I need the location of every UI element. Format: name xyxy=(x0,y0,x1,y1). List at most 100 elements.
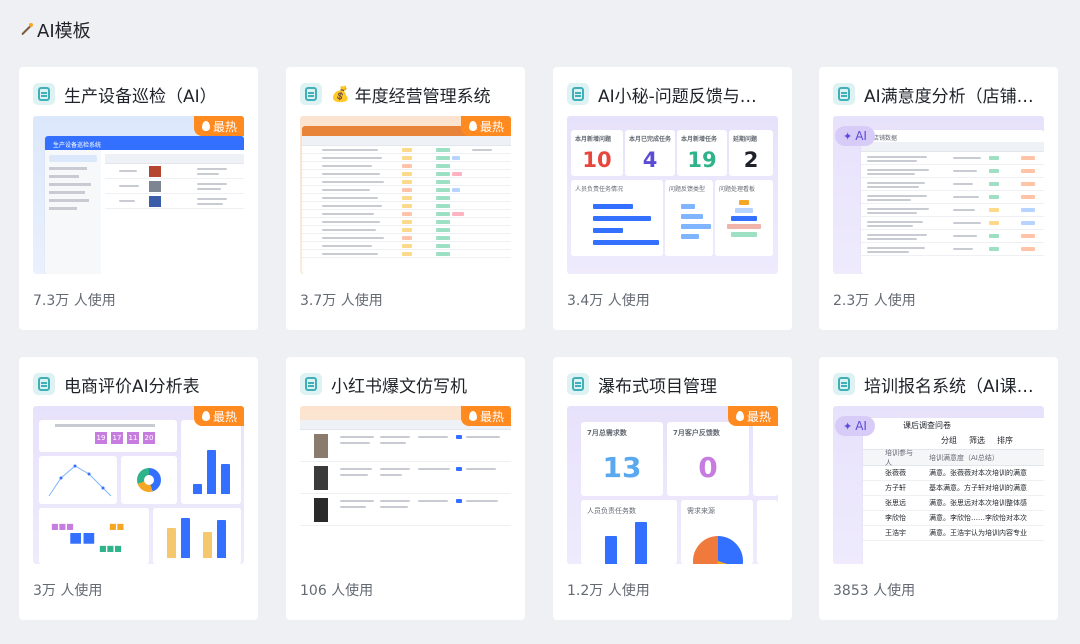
row-summary: 满意。王浩宇认为培训内容专业 xyxy=(929,529,1027,537)
template-card-annual-operations[interactable]: 💰 年度经营管理系统 最热 3.7万 人使用 xyxy=(286,67,525,330)
magic-wand-icon xyxy=(19,23,33,37)
preview-table-header: 培训参与人 培训满意度（AI总结） xyxy=(863,449,1044,467)
stat-value: 17 xyxy=(111,432,123,444)
row-summary: 满意。李欣怡……李欣怡对本次 xyxy=(929,514,1027,522)
template-table-icon xyxy=(833,373,855,395)
stat-card: 本月新增问题 10 xyxy=(571,130,623,176)
card-header: 瀑布式项目管理 xyxy=(567,369,778,399)
stat-card: 7月总需求数 13 xyxy=(581,422,663,496)
template-table-icon xyxy=(567,83,589,105)
ai-badge: ✦ AI xyxy=(835,126,875,146)
flame-icon xyxy=(468,411,477,421)
ai-badge-label: AI xyxy=(855,419,867,433)
template-preview: 7月总需求数 13 7月客户反馈数 0 人员负责任务数 需求来源 最热 xyxy=(567,406,778,564)
template-preview: 19 17 11 20 ■■ ■■■ ■■■ ■■ 最热 xyxy=(33,406,244,564)
template-card-ecommerce-review[interactable]: 电商评价AI分析表 19 17 11 20 ■■ ■■■ ■■■ ■■ 最热 3… xyxy=(19,357,258,620)
preview-sheet: 店铺数据 xyxy=(861,130,1044,274)
stat-value: 10 xyxy=(582,148,612,172)
template-preview: 最热 xyxy=(300,116,511,274)
row-name: 王浩宇 xyxy=(885,529,906,537)
card-header: AI满意度分析（店铺… xyxy=(833,79,1044,109)
stat-card: 本月已完成任务 4 xyxy=(625,130,675,176)
preview-sheet: 课后调查问卷 分组 筛选 排序 培训参与人 培训满意度（AI总结） 张薇薇 满意… xyxy=(863,418,1044,564)
usage-count: 106 人使用 xyxy=(300,583,374,599)
card-title: 培训报名系统（AI课… xyxy=(864,376,1034,397)
template-card-xiaohongshu-writer[interactable]: 小红书爆文仿写机 最热 106 人使用 xyxy=(286,357,525,620)
row-summary: 满意。张思远对本次培训整体感 xyxy=(929,499,1027,507)
template-card-ai-feedback[interactable]: AI小秘-问题反馈与… 本月新增问题 10 本月已完成任务 4 本月新增任务 1… xyxy=(553,67,792,330)
row-name: 张思远 xyxy=(885,499,906,507)
stat-value: 4 xyxy=(642,148,658,172)
table-row: 张思远 满意。张思远对本次培训整体感 xyxy=(863,496,1044,511)
stat-label: 7月总需求数 xyxy=(587,429,627,437)
column-header: 培训满意度（AI总结） xyxy=(929,453,999,462)
row-summary: 基本满意。方子轩对培训的满意 xyxy=(929,484,1027,492)
chart-panel: 问题处理看板 xyxy=(715,180,773,256)
flame-icon xyxy=(201,121,210,131)
stat-value: 19 xyxy=(95,432,107,444)
panel-title: 人员负责任务情况 xyxy=(575,186,624,193)
pie-chart-panel: 需求来源 xyxy=(681,500,753,564)
preview-tab: 课后调查问卷 xyxy=(903,421,951,430)
stat-value: 0 xyxy=(698,451,718,484)
stat-label: 本月新增任务 xyxy=(681,136,718,143)
stat-card-partial xyxy=(753,422,778,496)
row-name: 李欣怡 xyxy=(885,514,906,522)
card-title: 生产设备巡检（AI） xyxy=(64,86,217,107)
stat-value: 11 xyxy=(127,432,139,444)
table-row: 张薇薇 满意。张薇薇对本次培训的满意 xyxy=(863,466,1044,481)
toolbar-sort: 排序 xyxy=(997,436,1013,445)
stat-strip: 19 17 11 20 xyxy=(39,420,177,452)
template-card-satisfaction-analysis[interactable]: AI满意度分析（店铺… 店铺数据 ✦ AI 2.3万 人使用 xyxy=(819,67,1058,330)
template-preview: 店铺数据 ✦ AI xyxy=(833,116,1044,274)
stat-label: 延期问题 xyxy=(733,136,758,143)
stat-label: 本月新增问题 xyxy=(575,136,612,143)
template-preview: 生产设备巡检系统 最热 xyxy=(33,116,244,274)
hot-badge: 最热 xyxy=(727,406,778,426)
stat-card: 延期问题 2 xyxy=(729,130,773,176)
bar-chart-panel xyxy=(181,420,241,504)
card-header: 生产设备巡检（AI） xyxy=(33,79,244,109)
donut-chart-panel xyxy=(121,456,177,504)
chart-panel: 人员负责任务数 xyxy=(581,500,677,564)
flame-icon xyxy=(468,121,477,131)
flame-icon xyxy=(735,411,744,421)
usage-count: 2.3万 人使用 xyxy=(833,293,916,309)
template-card-training-signup[interactable]: 培训报名系统（AI课… 课后调查问卷 分组 筛选 排序 培训参与人 培训满意度（… xyxy=(819,357,1058,620)
chart-panel: 问题反馈类型 xyxy=(665,180,713,256)
usage-count: 1.2万 人使用 xyxy=(567,583,650,599)
sparkle-icon: ✦ xyxy=(843,419,853,433)
template-table-icon xyxy=(33,83,55,105)
template-card-waterfall-project[interactable]: 瀑布式项目管理 7月总需求数 13 7月客户反馈数 0 人员负责任务数 需求来源… xyxy=(553,357,792,620)
hot-badge-label: 最热 xyxy=(479,119,504,134)
usage-count: 3万 人使用 xyxy=(33,583,103,599)
card-title: AI小秘-问题反馈与… xyxy=(598,86,757,107)
hot-badge: 最热 xyxy=(460,406,511,426)
card-header: 💰 年度经营管理系统 xyxy=(300,79,511,109)
template-table-icon xyxy=(567,373,589,395)
panel-title: 问题反馈类型 xyxy=(669,186,706,193)
hot-badge: 最热 xyxy=(193,406,244,426)
table-row: 王浩宇 满意。王浩宇认为培训内容专业 xyxy=(863,526,1044,541)
money-bag-icon: 💰 xyxy=(331,85,350,103)
stat-card: 本月新增任务 19 xyxy=(677,130,727,176)
row-name: 张薇薇 xyxy=(885,469,906,477)
panel-title: 人员负责任务数 xyxy=(587,507,636,515)
preview-sheet xyxy=(302,126,511,274)
stat-value: 13 xyxy=(602,451,642,484)
toolbar-filter: 筛选 xyxy=(969,436,985,445)
bar-chart-panel xyxy=(153,508,241,564)
template-preview: 本月新增问题 10 本月已完成任务 4 本月新增任务 19 延期问题 2 人员负… xyxy=(567,116,778,274)
card-title: 电商评价AI分析表 xyxy=(64,376,200,397)
word-cloud-panel: ■■ ■■■ ■■■ ■■ xyxy=(39,508,149,564)
panel-title: 问题处理看板 xyxy=(719,186,756,193)
preview-tab: 店铺数据 xyxy=(873,135,898,142)
template-card-equipment-inspection[interactable]: 生产设备巡检（AI） 生产设备巡检系统 最热 7.3万 人使用 xyxy=(19,67,258,330)
panel-title: 需求来源 xyxy=(687,507,715,515)
ai-badge: ✦ AI xyxy=(835,416,875,436)
card-header: 培训报名系统（AI课… xyxy=(833,369,1044,399)
hot-badge-label: 最热 xyxy=(212,119,237,134)
section-header: AI模板 xyxy=(19,17,91,43)
usage-count: 3853 人使用 xyxy=(833,583,916,599)
stat-label: 本月已完成任务 xyxy=(629,136,672,143)
